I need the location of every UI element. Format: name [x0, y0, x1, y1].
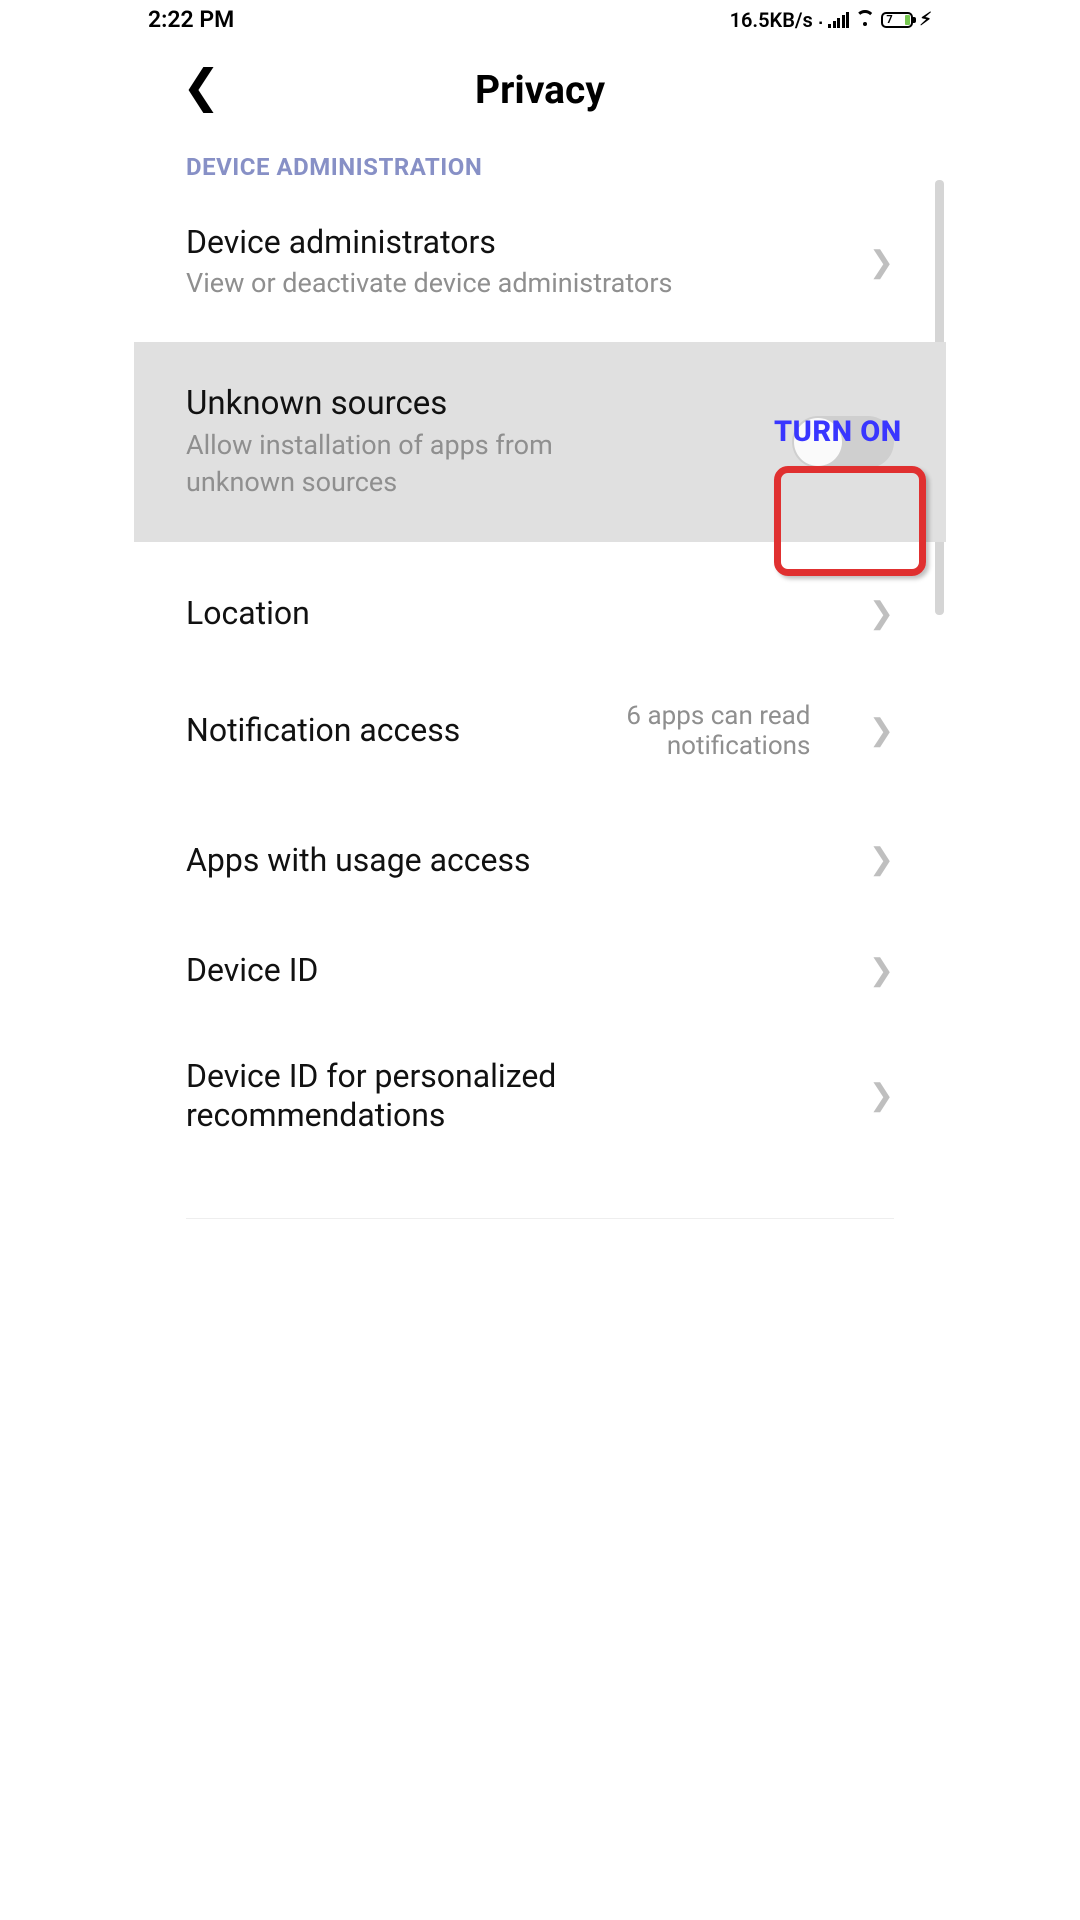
row-device-administrators[interactable]: Device administrators View or deactivate…	[134, 205, 946, 342]
page-header: ❮ Privacy	[134, 37, 946, 141]
back-button[interactable]: ❮	[182, 59, 221, 114]
row-unknown-sources[interactable]: Unknown sources Allow installation of ap…	[134, 342, 946, 542]
status-time: 2:22 PM	[148, 6, 234, 33]
chevron-right-icon: ❯	[869, 953, 894, 988]
row-device-id[interactable]: Device ID ❯	[134, 907, 946, 1017]
page-title: Privacy	[475, 67, 605, 113]
chevron-right-icon: ❯	[869, 713, 894, 748]
row-title: Location	[186, 594, 859, 632]
row-location[interactable]: Location ❯	[134, 542, 946, 660]
toggle-knob	[794, 418, 842, 466]
row-title: Device ID for personalized recommendatio…	[186, 1057, 736, 1134]
cellular-signal-icon	[828, 12, 849, 28]
charging-icon: ⚡︎	[919, 9, 932, 30]
row-title: Unknown sources	[186, 384, 616, 424]
chevron-right-icon: ❯	[869, 245, 894, 280]
row-subtitle: Allow installation of apps from unknown …	[186, 427, 616, 500]
unknown-sources-toggle[interactable]	[792, 416, 894, 468]
divider	[186, 1218, 894, 1219]
chevron-right-icon: ❯	[869, 596, 894, 631]
row-title: Apps with usage access	[186, 841, 859, 879]
chevron-right-icon: ❯	[869, 1078, 894, 1113]
row-device-id-personalized[interactable]: Device ID for personalized recommendatio…	[134, 1017, 946, 1170]
row-title: Notification access	[186, 711, 476, 749]
status-bar: 2:22 PM 16.5KB/s ▪ 7 ⚡︎	[134, 0, 946, 37]
row-subtitle: View or deactivate device administrators	[186, 265, 859, 301]
chevron-right-icon: ❯	[869, 842, 894, 877]
section-label-device-admin: DEVICE ADMINISTRATION	[134, 141, 946, 205]
row-notification-access[interactable]: Notification access 6 apps can read noti…	[134, 661, 946, 801]
row-title: Device ID	[186, 951, 859, 989]
status-right: 16.5KB/s ▪ 7 ⚡︎	[730, 8, 932, 32]
row-value: 6 apps can read notifications	[530, 701, 810, 761]
status-net-speed: 16.5KB/s	[730, 8, 813, 32]
row-title: Device administrators	[186, 223, 859, 261]
wifi-icon	[855, 10, 875, 30]
row-apps-usage-access[interactable]: Apps with usage access ❯	[134, 801, 946, 907]
battery-icon: 7	[881, 12, 913, 28]
